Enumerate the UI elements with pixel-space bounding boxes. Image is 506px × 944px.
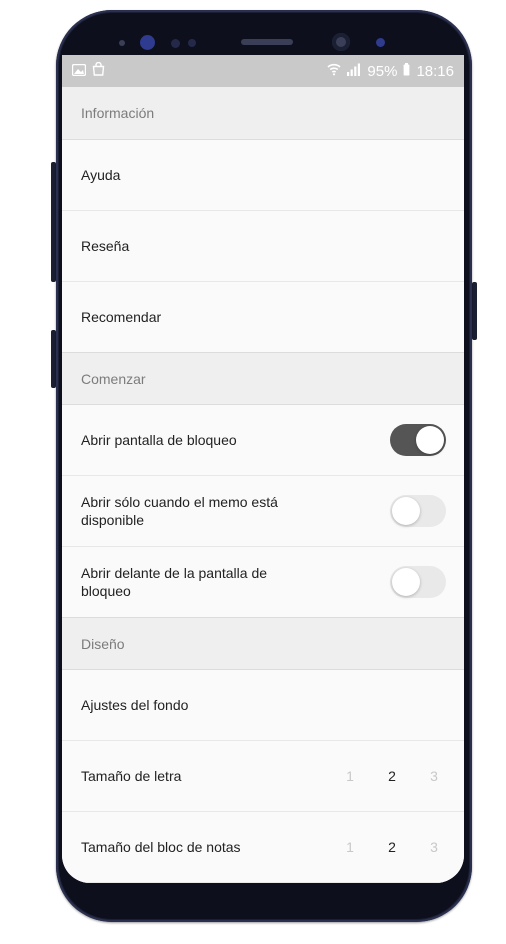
toggle-knob xyxy=(392,568,420,596)
settings-item-background[interactable]: Ajustes del fondo xyxy=(62,670,464,741)
wifi-icon xyxy=(327,62,341,80)
power-button xyxy=(472,282,477,340)
item-label: Ayuda xyxy=(81,167,121,183)
status-bar: 95% 18:16 xyxy=(62,55,464,87)
in-front-toggle[interactable] xyxy=(390,566,446,598)
section-header-design: Diseño xyxy=(62,618,464,670)
proximity-sensor xyxy=(119,40,125,46)
pad-size-option-1[interactable]: 1 xyxy=(346,839,354,855)
item-label: Tamaño del bloc de notas xyxy=(81,839,241,855)
pad-size-option-3[interactable]: 3 xyxy=(430,839,438,855)
font-size-options: 1 2 3 xyxy=(346,768,438,784)
item-label: Recomendar xyxy=(81,309,162,325)
settings-item-open-in-front[interactable]: Abrir delante de la pantalla de bloqueo xyxy=(62,547,464,618)
gallery-icon xyxy=(71,63,87,80)
font-size-option-3[interactable]: 3 xyxy=(430,768,438,784)
battery-percent: 95% xyxy=(367,62,398,80)
sensor-dot xyxy=(171,39,180,48)
lockscreen-toggle[interactable] xyxy=(390,424,446,456)
section-header-info: Información xyxy=(62,87,464,140)
toggle-knob xyxy=(416,426,444,454)
item-label: Tamaño de letra xyxy=(81,768,182,784)
bag-icon xyxy=(92,61,105,80)
section-title: Información xyxy=(81,105,155,121)
section-title: Comenzar xyxy=(81,370,146,387)
toggle-knob xyxy=(392,497,420,525)
status-right-icons: 95% 18:16 xyxy=(327,62,454,80)
settings-item-open-when-memo[interactable]: Abrir sólo cuando el memo está disponibl… xyxy=(62,476,464,547)
item-label: Abrir pantalla de bloqueo xyxy=(81,432,237,448)
font-size-option-1[interactable]: 1 xyxy=(346,768,354,784)
earpiece-speaker xyxy=(241,39,293,45)
settings-item-open-lockscreen[interactable]: Abrir pantalla de bloqueo xyxy=(62,405,464,476)
clock: 18:16 xyxy=(416,62,454,80)
settings-item-recommend[interactable]: Recomendar xyxy=(62,282,464,353)
battery-icon xyxy=(403,62,410,80)
pad-size-options: 1 2 3 xyxy=(346,839,438,855)
memo-available-toggle[interactable] xyxy=(390,495,446,527)
iris-scanner xyxy=(140,35,155,50)
item-label: Ajustes del fondo xyxy=(81,697,189,713)
font-size-option-2[interactable]: 2 xyxy=(388,768,396,784)
pad-size-option-2[interactable]: 2 xyxy=(388,839,396,855)
front-camera xyxy=(332,33,350,51)
item-label: Abrir delante de la pantalla de bloqueo xyxy=(81,565,268,599)
settings-item-help[interactable]: Ayuda xyxy=(62,140,464,211)
sensor-dot xyxy=(376,38,385,47)
sensor-dot xyxy=(188,39,196,47)
settings-item-pad-size[interactable]: Tamaño del bloc de notas 1 2 3 xyxy=(62,812,464,883)
section-title: Diseño xyxy=(81,635,125,652)
item-label: Abrir sólo cuando el memo está disponibl… xyxy=(81,494,278,528)
status-left-icons xyxy=(71,61,105,80)
section-header-start: Comenzar xyxy=(62,353,464,405)
screen: 95% 18:16 Información Ayuda Reseña Recom… xyxy=(62,55,464,883)
signal-icon xyxy=(347,63,361,80)
item-label: Reseña xyxy=(81,238,130,254)
settings-item-review[interactable]: Reseña xyxy=(62,211,464,282)
settings-item-font-size[interactable]: Tamaño de letra 1 2 3 xyxy=(62,741,464,812)
